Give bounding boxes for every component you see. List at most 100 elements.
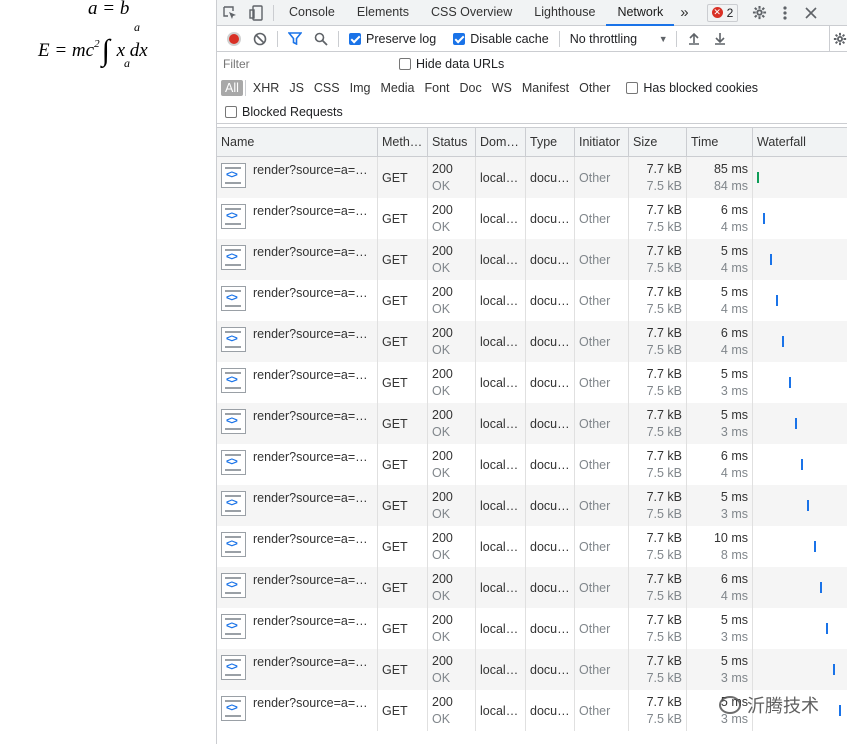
cell-name[interactable]: <> render?source=a=… (217, 649, 378, 690)
has-blocked-cookies-checkbox[interactable]: Has blocked cookies (626, 81, 758, 95)
disable-cache-checkbox[interactable]: Disable cache (453, 32, 549, 46)
toolbar-separator (277, 30, 278, 47)
table-row[interactable]: <> render?source=a=… GET 200 OK local… docu… Ot… (217, 321, 847, 362)
table-row[interactable]: <> render?source=a=… GET 200 OK local… docu… Ot… (217, 526, 847, 567)
blocked-requests-checkbox[interactable]: Blocked Requests (225, 105, 343, 119)
blocked-requests-check[interactable] (225, 105, 237, 118)
type-filter-font[interactable]: Font (421, 80, 454, 96)
type-filter-js[interactable]: JS (285, 80, 308, 96)
filter-toggle-icon[interactable] (282, 26, 308, 52)
type-filter-img[interactable]: Img (346, 80, 375, 96)
type-filter-manifest[interactable]: Manifest (518, 80, 573, 96)
transfer-size: 7.7 kB (646, 366, 682, 381)
table-row[interactable]: <> render?source=a=… GET 200 OK local… docu… Ot… (217, 649, 847, 690)
type-filter-all[interactable]: All (221, 80, 243, 96)
table-row[interactable]: <> render?source=a=… GET 200 OK local… docu… Ot… (217, 239, 847, 280)
cell-status: 200 OK (428, 157, 476, 198)
table-row[interactable]: <> render?source=a=… GET 200 OK local… docu… Ot… (217, 608, 847, 649)
tab-css-overview[interactable]: CSS Overview (420, 0, 523, 26)
settings-gear-icon[interactable] (746, 0, 772, 26)
type-filter-css[interactable]: CSS (310, 80, 344, 96)
cell-name[interactable]: <> render?source=a=… (217, 608, 378, 649)
search-icon[interactable] (308, 26, 334, 52)
tab-lighthouse[interactable]: Lighthouse (523, 0, 606, 26)
column-header-size[interactable]: Size (629, 128, 687, 157)
column-header-type[interactable]: Type (526, 128, 575, 157)
tab-elements[interactable]: Elements (346, 0, 420, 26)
latency-time: 3 ms (720, 506, 748, 521)
cell-name[interactable]: <> render?source=a=… (217, 280, 378, 321)
cell-time: 6 ms 4 ms (687, 321, 753, 362)
type-filter-other[interactable]: Other (575, 80, 614, 96)
has-blocked-cookies-check[interactable] (626, 82, 639, 94)
table-row[interactable]: <> render?source=a=… GET 200 OK local… docu… Ot… (217, 157, 847, 198)
column-header-waterfall[interactable]: Waterfall (753, 128, 847, 157)
type-filter-ws[interactable]: WS (488, 80, 516, 96)
import-har-icon[interactable] (681, 26, 707, 52)
column-header-name[interactable]: Name (217, 128, 378, 157)
cell-type: docu… (526, 649, 575, 690)
waterfall-bar (763, 213, 766, 224)
table-row[interactable]: <> render?source=a=… GET 200 OK local… docu… Ot… (217, 444, 847, 485)
inspect-element-icon[interactable] (217, 0, 243, 26)
cell-name[interactable]: <> render?source=a=… (217, 690, 378, 731)
cell-name[interactable]: <> render?source=a=… (217, 444, 378, 485)
type-filter-doc[interactable]: Doc (456, 80, 486, 96)
column-header-initiator[interactable]: Initiator (575, 128, 629, 157)
cell-name[interactable]: <> render?source=a=… (217, 526, 378, 567)
cell-time: 85 ms 84 ms (687, 157, 753, 198)
more-tabs-button[interactable]: » (674, 0, 694, 26)
filter-input[interactable] (220, 55, 385, 73)
tab-network[interactable]: Network (606, 0, 675, 26)
cell-waterfall (753, 567, 847, 608)
waterfall-bar (813, 541, 816, 552)
type-filter-xhr[interactable]: XHR (249, 80, 283, 96)
watermark: 沂腾技术 (719, 692, 819, 718)
clear-button[interactable] (247, 26, 273, 52)
total-time: 6 ms (720, 448, 748, 463)
device-toolbar-icon[interactable] (243, 0, 269, 26)
table-row[interactable]: <> render?source=a=… GET 200 OK local… docu… Ot… (217, 485, 847, 526)
cell-size: 7.7 kB 7.5 kB (629, 690, 687, 731)
hide-data-urls-check[interactable] (399, 58, 411, 70)
column-header-method[interactable]: Meth… (378, 128, 428, 157)
kebab-menu-icon[interactable] (772, 0, 798, 26)
export-har-icon[interactable] (707, 26, 733, 52)
transfer-size: 7.7 kB (646, 612, 682, 627)
request-name: render?source=a=… (253, 163, 368, 177)
disable-cache-check[interactable] (453, 32, 466, 45)
document-icon: <> (221, 163, 246, 188)
column-header-domain[interactable]: Dom… (476, 128, 526, 157)
cell-type: docu… (526, 362, 575, 403)
cell-name[interactable]: <> render?source=a=… (217, 321, 378, 362)
column-header-status[interactable]: Status (428, 128, 476, 157)
cell-name[interactable]: <> render?source=a=… (217, 485, 378, 526)
error-count-badge[interactable]: ✕ 2 (706, 3, 739, 22)
close-devtools-icon[interactable] (798, 0, 824, 26)
hide-data-urls-checkbox[interactable]: Hide data URLs (399, 57, 504, 71)
preserve-log-checkbox[interactable]: Preserve log (349, 32, 436, 46)
cell-name[interactable]: <> render?source=a=… (217, 362, 378, 403)
network-settings-icon[interactable] (829, 25, 847, 52)
resource-size: 7.5 kB (646, 506, 682, 521)
table-row[interactable]: <> render?source=a=… GET 200 OK local… docu… Ot… (217, 567, 847, 608)
devtools-panel: Console Elements CSS Overview Lighthouse… (216, 0, 847, 744)
throttling-select[interactable]: No throttling ▼ (570, 32, 668, 46)
table-row[interactable]: <> render?source=a=… GET 200 OK local… docu… Ot… (217, 198, 847, 239)
latency-time: 4 ms (720, 465, 748, 480)
preserve-log-check[interactable] (349, 32, 361, 45)
type-filter-media[interactable]: Media (376, 80, 418, 96)
column-header-time[interactable]: Time (687, 128, 753, 157)
cell-name[interactable]: <> render?source=a=… (217, 567, 378, 608)
cell-name[interactable]: <> render?source=a=… (217, 198, 378, 239)
tab-console[interactable]: Console (278, 0, 346, 26)
cell-name[interactable]: <> render?source=a=… (217, 157, 378, 198)
document-icon: <> (221, 245, 246, 270)
cell-name[interactable]: <> render?source=a=… (217, 403, 378, 444)
cell-name[interactable]: <> render?source=a=… (217, 239, 378, 280)
table-row[interactable]: <> render?source=a=… GET 200 OK local… docu… Ot… (217, 280, 847, 321)
record-button[interactable] (221, 26, 247, 52)
table-row[interactable]: <> render?source=a=… GET 200 OK local… docu… Ot… (217, 362, 847, 403)
table-row[interactable]: <> render?source=a=… GET 200 OK local… docu… Ot… (217, 403, 847, 444)
cell-method: GET (378, 198, 428, 239)
